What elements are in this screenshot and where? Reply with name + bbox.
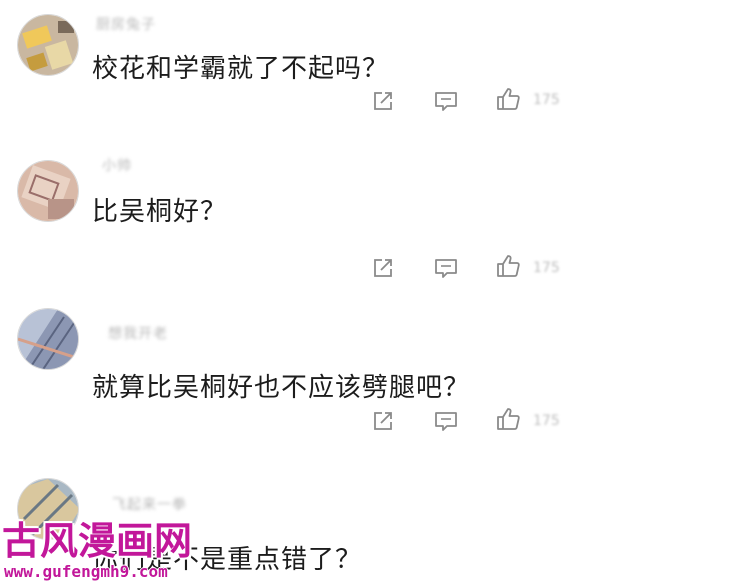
- watermark-title: 古风漫画网: [2, 519, 193, 563]
- watermark: 古风漫画网 www.gufengmh9.com: [0, 510, 215, 586]
- thumbs-up-icon: [497, 408, 520, 430]
- like-button[interactable]: [495, 406, 521, 432]
- username[interactable]: 小帅: [102, 155, 132, 175]
- share-button[interactable]: [370, 255, 396, 281]
- like-count: 175: [533, 413, 560, 429]
- watermark-url: www.gufengmh9.com: [4, 562, 168, 581]
- cartoon-avatar-icon: [18, 15, 78, 75]
- reply-icon: [435, 412, 457, 431]
- username[interactable]: 厨房兔子: [96, 14, 156, 34]
- like-button[interactable]: [495, 253, 521, 279]
- reply-icon: [435, 92, 457, 111]
- cartoon-avatar-icon: [18, 161, 78, 221]
- cartoon-avatar-icon: [18, 309, 78, 369]
- share-icon: [374, 259, 392, 277]
- like-count: 175: [533, 92, 560, 108]
- comment-item: 小帅 比吴桐好？ 175: [0, 135, 750, 290]
- avatar[interactable]: [17, 308, 79, 370]
- comment-item: 厨房兔子 校花和学霸就了不起吗？ 175: [0, 0, 750, 135]
- share-button[interactable]: [370, 88, 396, 114]
- comment-item: 想我开老 就算比吴桐好也不应该劈腿吧？ 175: [0, 290, 750, 440]
- like-count: 175: [533, 260, 560, 276]
- avatar[interactable]: [17, 14, 79, 76]
- comment-text: 就算比吴桐好也不应该劈腿吧？: [92, 373, 471, 403]
- comment-text: 校花和学霸就了不起吗？: [92, 54, 390, 84]
- reply-button[interactable]: [433, 255, 459, 281]
- thumbs-up-icon: [497, 255, 520, 277]
- comment-text: 比吴桐好？: [92, 197, 228, 227]
- reply-icon: [435, 259, 457, 278]
- avatar[interactable]: [17, 160, 79, 222]
- share-icon: [374, 92, 392, 110]
- thumbs-up-icon: [497, 88, 520, 110]
- share-button[interactable]: [370, 408, 396, 434]
- username[interactable]: 想我开老: [108, 323, 168, 343]
- like-button[interactable]: [495, 86, 521, 112]
- reply-button[interactable]: [433, 408, 459, 434]
- share-icon: [374, 412, 392, 430]
- reply-button[interactable]: [433, 88, 459, 114]
